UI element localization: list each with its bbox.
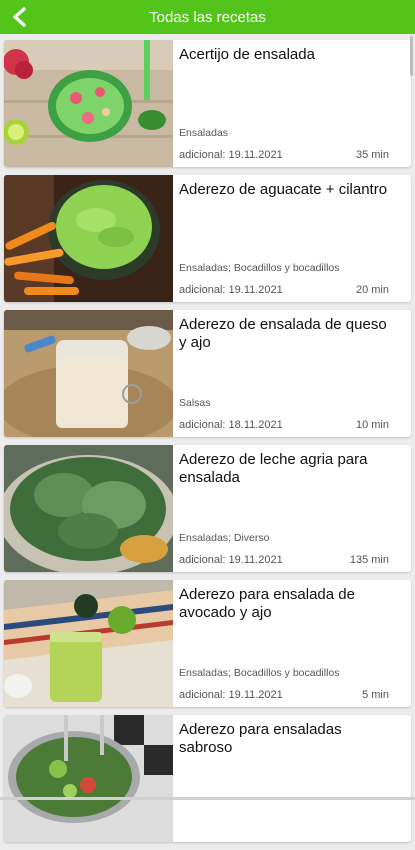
recipe-thumbnail xyxy=(4,580,173,707)
recipe-time: 20 min xyxy=(356,284,389,296)
recipe-category: Ensaladas; Diverso xyxy=(179,532,269,544)
recipe-date: adicional: 19.11.2021 xyxy=(179,689,283,701)
recipe-title: Aderezo de aguacate + cilantro xyxy=(179,181,389,199)
arrow-left-icon xyxy=(9,6,31,28)
recipe-card[interactable]: Aderezo para ensaladas sabroso xyxy=(4,715,411,842)
recipe-time: 10 min xyxy=(356,419,389,431)
recipe-card[interactable]: Aderezo de aguacate + cilantro Ensaladas… xyxy=(4,175,411,302)
recipe-date: adicional: 18.11.2021 xyxy=(179,419,283,431)
recipe-category: Ensaladas; Bocadillos y bocadillos xyxy=(179,667,340,679)
recipe-info: Aderezo para ensalada de avocado y ajo E… xyxy=(173,580,411,707)
recipe-info: Acertijo de ensalada Ensaladas adicional… xyxy=(173,40,411,167)
recipe-title: Aderezo para ensalada de avocado y ajo xyxy=(179,586,389,622)
recipe-info: Aderezo de aguacate + cilantro Ensaladas… xyxy=(173,175,411,302)
recipe-title: Aderezo de leche agria para ensalada xyxy=(179,451,389,487)
recipe-title: Aderezo para ensaladas sabroso xyxy=(179,721,389,757)
recipe-info: Aderezo de ensalada de queso y ajo Salsa… xyxy=(173,310,411,437)
recipe-card[interactable]: Acertijo de ensalada Ensaladas adicional… xyxy=(4,40,411,167)
recipe-info: Aderezo de leche agria para ensalada Ens… xyxy=(173,445,411,572)
recipe-title: Aderezo de ensalada de queso y ajo xyxy=(179,316,389,352)
back-button[interactable] xyxy=(0,0,40,34)
recipe-time: 35 min xyxy=(356,149,389,161)
recipe-title: Acertijo de ensalada xyxy=(179,46,389,64)
recipe-list[interactable]: Acertijo de ensalada Ensaladas adicional… xyxy=(4,40,411,850)
recipe-date: adicional: 19.11.2021 xyxy=(179,149,283,161)
recipe-thumbnail xyxy=(4,175,173,302)
recipe-date: adicional: 19.11.2021 xyxy=(179,284,283,296)
recipe-card[interactable]: Aderezo de leche agria para ensalada Ens… xyxy=(4,445,411,572)
recipe-category: Ensaladas xyxy=(179,127,228,139)
recipe-card[interactable]: Aderezo de ensalada de queso y ajo Salsa… xyxy=(4,310,411,437)
recipe-thumbnail xyxy=(4,310,173,437)
recipe-thumbnail xyxy=(4,445,173,572)
page-title: Todas las recetas xyxy=(0,0,415,34)
recipe-thumbnail xyxy=(4,40,173,167)
scrollbar[interactable] xyxy=(410,36,413,76)
app-bar: Todas las recetas xyxy=(0,0,415,34)
recipe-thumbnail xyxy=(4,715,173,842)
recipe-time: 5 min xyxy=(362,689,389,701)
recipe-category: Ensaladas; Bocadillos y bocadillos xyxy=(179,262,340,274)
recipe-time: 135 min xyxy=(350,554,389,566)
recipe-date: adicional: 19.11.2021 xyxy=(179,554,283,566)
recipe-card[interactable]: Aderezo para ensalada de avocado y ajo E… xyxy=(4,580,411,707)
recipe-info: Aderezo para ensaladas sabroso xyxy=(173,715,411,842)
recipe-category: Salsas xyxy=(179,397,211,409)
